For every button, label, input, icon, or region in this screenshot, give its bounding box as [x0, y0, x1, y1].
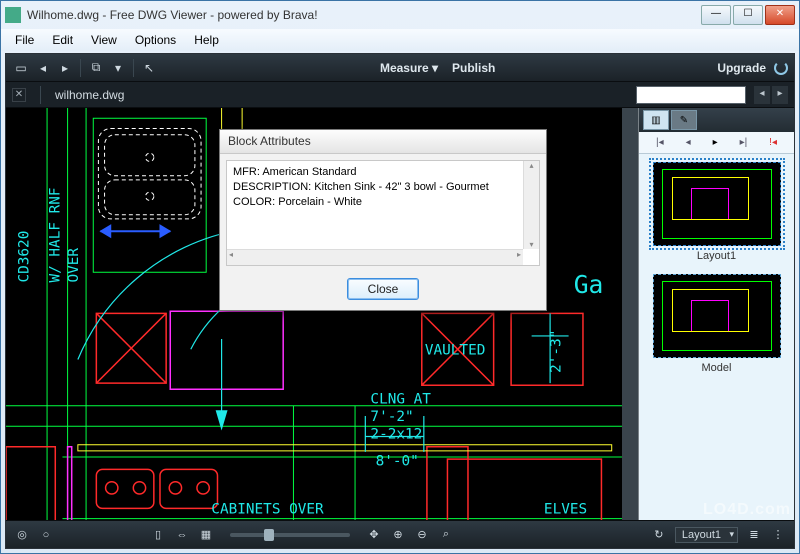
zoom-region-icon[interactable]: ⌕ — [438, 527, 454, 543]
nav-last-icon[interactable]: ▸| — [740, 137, 748, 148]
vertical-scrollbar[interactable] — [622, 108, 638, 520]
svg-text:Ga: Ga — [574, 270, 604, 299]
nav-prev-icon[interactable]: ◂ — [686, 137, 691, 148]
nav-first-icon[interactable]: |◂ — [656, 137, 664, 148]
thumbnail-image[interactable] — [653, 274, 781, 358]
search-next-icon[interactable]: ▸ — [772, 86, 788, 104]
app-icon — [5, 7, 21, 23]
zoom-slider[interactable] — [230, 533, 350, 537]
block-attributes-dialog: Block Attributes MFR: American Standard … — [219, 129, 547, 311]
measure-menu[interactable]: Measure ▾ — [380, 61, 438, 75]
attr-row: COLOR: Porcelain - White — [233, 195, 533, 210]
bottom-toolbar: ◎ ○ ▯ ⇔ ▦ ✥ ⊕ ⊖ ⌕ ↻ Layout1 ≣ ⋮ — [6, 520, 794, 548]
zoom-out-icon[interactable]: ⊖ — [414, 527, 430, 543]
prev-icon[interactable]: ◂ — [34, 59, 52, 77]
doc-close-icon[interactable]: ✕ — [12, 88, 26, 102]
menu-file[interactable]: File — [7, 31, 42, 49]
fit-width-icon[interactable]: ⇔ — [174, 527, 190, 543]
thumbnail-label: Layout1 — [653, 250, 781, 262]
svg-text:W/ HALF RNF: W/ HALF RNF — [47, 187, 63, 282]
minimize-button[interactable]: — — [701, 5, 731, 25]
svg-text:8'-0": 8'-0" — [376, 453, 419, 469]
nav-alert-icon[interactable]: !◂ — [769, 137, 777, 148]
pan-icon[interactable]: ✥ — [366, 527, 382, 543]
svg-text:CABINETS OVER: CABINETS OVER — [211, 502, 324, 518]
dialog-vscroll[interactable] — [523, 161, 539, 249]
window-titlebar: Wilhome.dwg - Free DWG Viewer - powered … — [1, 1, 799, 29]
svg-text:2'-3": 2'-3" — [548, 330, 564, 373]
settings-icon[interactable]: ⋮ — [770, 527, 786, 543]
menu-help[interactable]: Help — [186, 31, 227, 49]
top-toolbar: ▭ ◂ ▸ ⧉ ▾ ↖ Measure ▾ Publish Upgrade — [6, 54, 794, 82]
menu-options[interactable]: Options — [127, 31, 184, 49]
document-name: wilhome.dwg — [55, 88, 124, 102]
publish-menu[interactable]: Publish — [452, 61, 495, 75]
menubar: File Edit View Options Help — [1, 29, 799, 51]
dialog-body: MFR: American Standard DESCRIPTION: Kitc… — [226, 160, 540, 266]
layers-icon[interactable]: ≣ — [746, 527, 762, 543]
thumbnail-item[interactable]: Layout1 — [653, 162, 781, 262]
svg-text:2-2x12: 2-2x12 — [370, 427, 422, 443]
attr-row: DESCRIPTION: Kitchen Sink - 42" 3 bowl -… — [233, 180, 533, 195]
upgrade-button[interactable]: Upgrade — [717, 61, 766, 75]
rotate-icon[interactable]: ↻ — [651, 527, 667, 543]
window-title: Wilhome.dwg - Free DWG Viewer - powered … — [27, 8, 699, 22]
document-bar: ✕ wilhome.dwg ◂ ▸ — [6, 82, 794, 108]
grid-icon[interactable]: ▦ — [198, 527, 214, 543]
thumbnail-item[interactable]: Model — [653, 274, 781, 374]
layout-dropdown[interactable]: Layout1 — [675, 527, 738, 543]
nav-next-icon[interactable]: ▸ — [713, 137, 718, 148]
zoom-in-icon[interactable]: ⊕ — [390, 527, 406, 543]
close-button[interactable]: ✕ — [765, 5, 795, 25]
thumbnail-label: Model — [653, 362, 781, 374]
pointer-icon[interactable]: ↖ — [140, 59, 158, 77]
svg-text:CLNG AT: CLNG AT — [370, 392, 431, 408]
svg-text:ELVES: ELVES — [544, 502, 587, 518]
maximize-button[interactable]: ☐ — [733, 5, 763, 25]
dialog-title: Block Attributes — [220, 130, 546, 154]
next-icon[interactable]: ▸ — [56, 59, 74, 77]
search-input[interactable] — [636, 86, 746, 104]
svg-text:CD3620: CD3620 — [17, 231, 33, 283]
open-icon[interactable]: ▭ — [12, 59, 30, 77]
chevron-down-icon[interactable]: ▾ — [109, 59, 127, 77]
bookmarks-tab[interactable]: ✎ — [671, 110, 697, 130]
thumbnails-tab[interactable]: ▥ — [643, 110, 669, 130]
dialog-close-button[interactable]: Close — [347, 278, 420, 300]
thumbnail-image[interactable] — [653, 162, 781, 246]
dialog-hscroll[interactable]: ◂▸ — [227, 249, 523, 265]
page-icon[interactable]: ▯ — [150, 527, 166, 543]
search-prev-icon[interactable]: ◂ — [754, 86, 770, 104]
svg-text:VAULTED: VAULTED — [425, 342, 486, 358]
refresh-icon[interactable] — [774, 61, 788, 75]
menu-edit[interactable]: Edit — [44, 31, 81, 49]
svg-text:OVER: OVER — [66, 248, 82, 283]
svg-text:7'-2": 7'-2" — [370, 409, 413, 425]
copy-icon[interactable]: ⧉ — [87, 59, 105, 77]
menu-view[interactable]: View — [83, 31, 125, 49]
attr-row: MFR: American Standard — [233, 165, 533, 180]
circle-icon[interactable]: ○ — [38, 527, 54, 543]
watermark: LO4D.com — [703, 501, 791, 519]
thumbnails-panel: ▥ ✎ |◂ ◂ ▸ ▸| !◂ Layout1 — [638, 108, 794, 520]
target-icon[interactable]: ◎ — [14, 527, 30, 543]
